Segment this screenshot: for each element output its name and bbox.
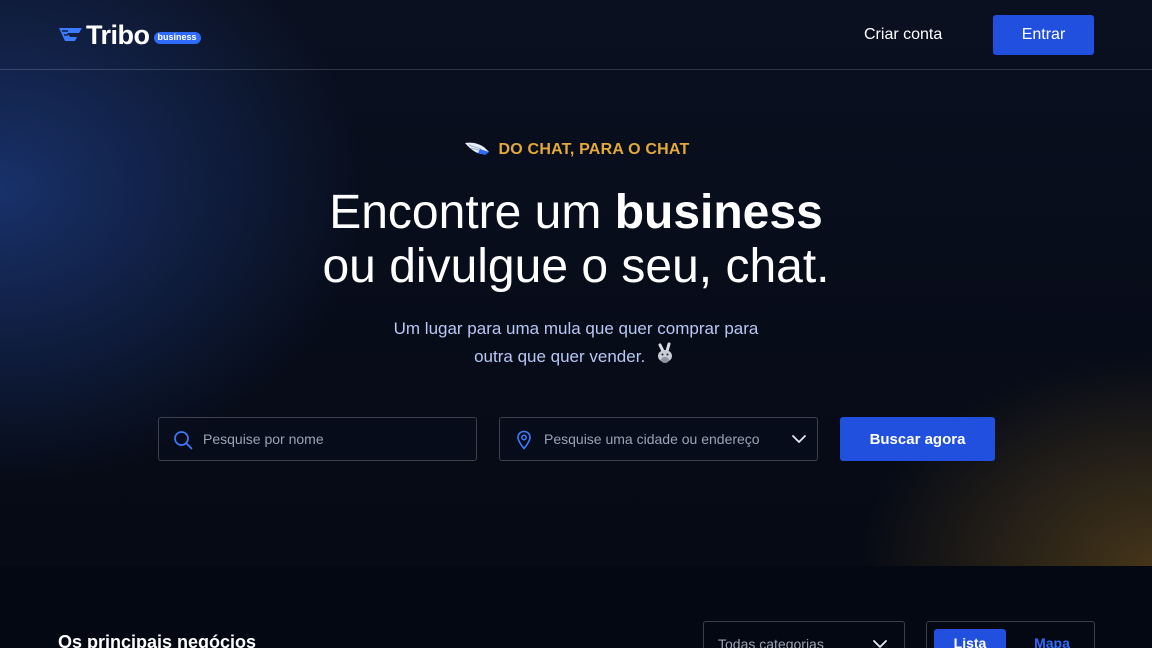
eyebrow-text: DO CHAT, PARA O CHAT <box>498 141 690 158</box>
name-search-input[interactable] <box>203 418 463 460</box>
create-account-link[interactable]: Criar conta <box>864 24 942 46</box>
tribo-logo[interactable]: Tribo business <box>58 18 201 52</box>
hero-section: Tribo business Criar conta Entrar DO CHA… <box>0 0 1152 566</box>
logo-text: Tribo <box>86 19 150 50</box>
subtitle: Um lugar para uma mula que quer comprar … <box>0 316 1152 370</box>
eyebrow: DO CHAT, PARA O CHAT <box>0 140 1152 160</box>
listing-section: Os principais negócios Todas categorias … <box>0 566 1152 648</box>
name-search-field <box>158 417 477 461</box>
chevron-down-icon[interactable] <box>791 432 807 446</box>
logo-badge: business <box>153 31 201 45</box>
subtitle-line2: outra que quer vender. <box>474 347 646 366</box>
headline-line2: ou divulgue o seu, chat. <box>322 240 830 293</box>
view-toggle: Lista Mapa <box>926 621 1095 648</box>
chevron-down-icon <box>873 640 887 648</box>
tab-list[interactable]: Lista <box>934 629 1006 648</box>
headline-bold: business <box>614 186 823 239</box>
headline: Encontre um business ou divulgue o seu, … <box>0 186 1152 294</box>
headline-prefix: Encontre um <box>329 186 615 239</box>
tab-map[interactable]: Mapa <box>1017 629 1087 648</box>
login-button[interactable]: Entrar <box>993 15 1094 55</box>
search-button[interactable]: Buscar agora <box>840 417 995 461</box>
location-pin-icon <box>517 430 531 450</box>
section-title: Os principais negócios <box>58 632 257 648</box>
location-search-field <box>499 417 818 461</box>
top-header: Tribo business Criar conta Entrar <box>0 0 1152 70</box>
search-icon <box>174 431 193 450</box>
page: Tribo business Criar conta Entrar DO CHA… <box>0 0 1152 648</box>
wing-emoji-icon <box>464 142 489 155</box>
subtitle-line1: Um lugar para uma mula que quer comprar … <box>393 319 759 338</box>
mule-emoji-icon <box>657 342 672 363</box>
wing-logo-icon <box>59 28 82 41</box>
category-select-value: Todas categorias <box>718 636 824 648</box>
category-select[interactable]: Todas categorias <box>703 621 905 648</box>
location-search-input[interactable] <box>544 418 804 460</box>
